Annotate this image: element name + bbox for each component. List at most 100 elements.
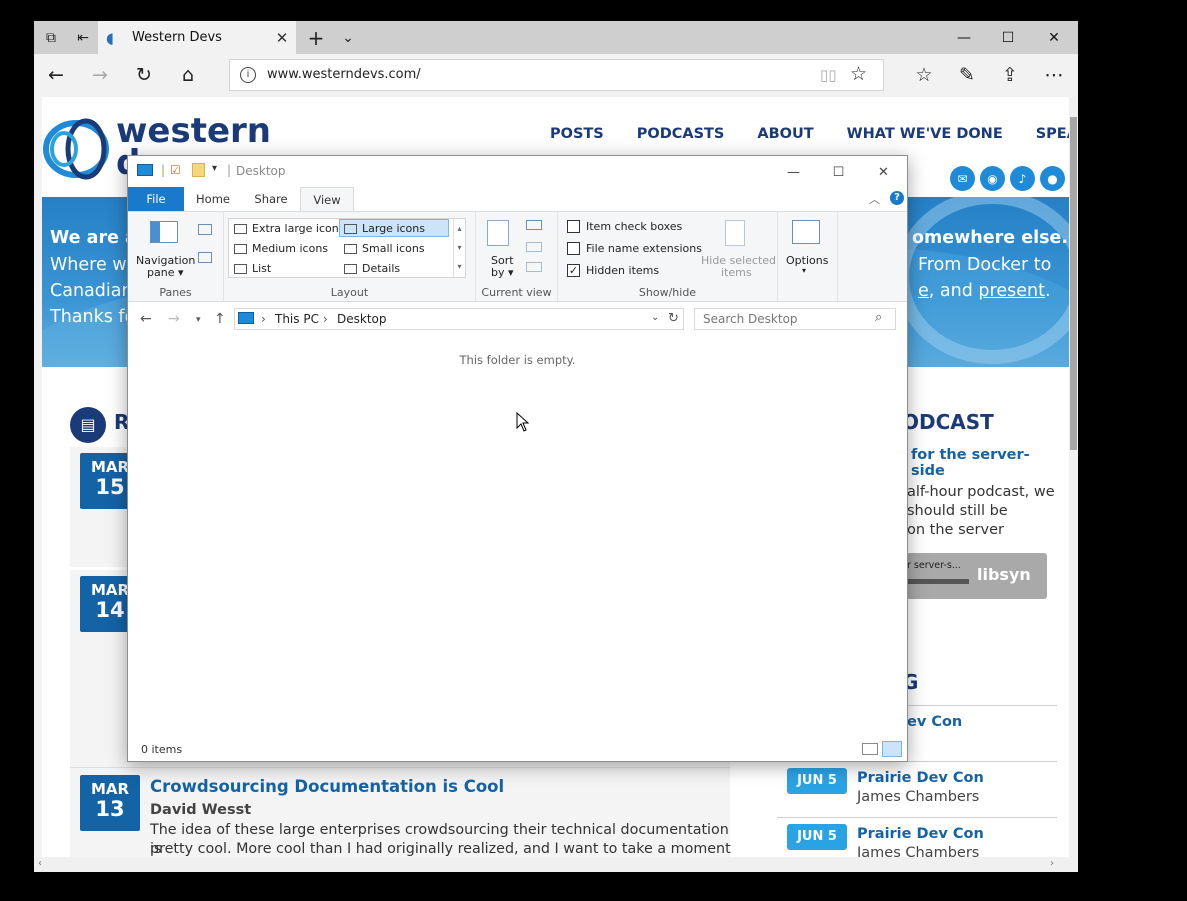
customize-quick-access-icon[interactable]: ▾: [212, 163, 217, 174]
github-icon[interactable]: ●: [1040, 166, 1065, 191]
scroll-right-icon[interactable]: ›: [1050, 858, 1054, 869]
file-name-extensions-label[interactable]: File name extensions: [586, 242, 702, 255]
hide-selected-items-icon[interactable]: [725, 220, 745, 246]
sort-by-icon[interactable]: [487, 220, 509, 246]
event-title[interactable]: ev Con: [907, 714, 962, 730]
favorites-hub-icon[interactable]: ☆: [908, 59, 940, 91]
path-dropdown-icon[interactable]: ⌄: [651, 312, 659, 323]
twitter-icon[interactable]: ♪: [1010, 166, 1035, 191]
explorer-maximize-button[interactable]: ☐: [816, 158, 861, 186]
scrollbar-thumb[interactable]: [1070, 117, 1077, 450]
set-tabs-aside-icon[interactable]: ⇤: [66, 21, 100, 54]
scroll-left-icon[interactable]: ‹: [38, 858, 42, 869]
item-check-boxes-checkbox[interactable]: [567, 220, 580, 233]
menu-podcasts[interactable]: PODCASTS: [637, 126, 725, 142]
menu-about[interactable]: ABOUT: [757, 126, 813, 142]
hidden-items-checkbox[interactable]: ✓: [567, 264, 580, 277]
search-icon[interactable]: ⌕: [875, 310, 882, 325]
banner-line-2: Where we: [50, 255, 138, 275]
vertical-scrollbar[interactable]: [1069, 97, 1078, 857]
email-icon[interactable]: ✉: [950, 166, 975, 191]
new-folder-icon[interactable]: [192, 163, 205, 177]
podcast-player[interactable]: r server-s... libsyn: [907, 553, 1047, 599]
hide-selected-items-label-2[interactable]: items: [721, 266, 752, 279]
rss-icon[interactable]: ◉: [980, 166, 1005, 191]
tab-actions-icon[interactable]: ⧉: [34, 21, 68, 54]
new-tab-button[interactable]: +: [299, 21, 333, 54]
banner-link-past[interactable]: e: [918, 281, 929, 301]
options-dropdown-icon[interactable]: ▾: [802, 266, 806, 275]
add-columns-icon[interactable]: [526, 242, 542, 252]
post-title[interactable]: Crowdsourcing Documentation is Cool: [150, 777, 504, 796]
post-author[interactable]: David Wesst: [150, 802, 251, 818]
options-icon[interactable]: [792, 220, 820, 244]
maximize-button[interactable]: ☐: [985, 21, 1031, 54]
reading-view-icon[interactable]: ▯▯: [820, 66, 837, 84]
forward-icon[interactable]: →: [84, 59, 116, 91]
layout-extra-large-icons[interactable]: Extra large icons: [230, 220, 344, 238]
search-box[interactable]: Search Desktop ⌕: [694, 308, 896, 330]
tab-share[interactable]: Share: [248, 187, 294, 211]
options-label[interactable]: Options: [786, 254, 828, 267]
event-title[interactable]: Prairie Dev Con: [857, 826, 984, 842]
up-icon[interactable]: ↑: [214, 311, 226, 327]
menu-what-weve-done[interactable]: WHAT WE'VE DONE: [847, 126, 1003, 142]
tab-western-devs[interactable]: ◖ Western Devs ✕: [98, 21, 296, 54]
site-info-icon[interactable]: i: [240, 67, 256, 83]
back-icon[interactable]: ←: [40, 59, 72, 91]
layout-details[interactable]: Details: [340, 260, 400, 278]
address-url[interactable]: www.westerndevs.com/: [267, 67, 421, 82]
address-bar[interactable]: i www.westerndevs.com/ ▯▯ ☆: [229, 59, 884, 91]
hidden-items-label[interactable]: Hidden items: [586, 264, 659, 277]
home-icon[interactable]: ⌂: [172, 59, 204, 91]
banner-link-present[interactable]: present: [978, 281, 1045, 301]
podcast-title[interactable]: for the server-side: [911, 447, 1062, 479]
help-icon[interactable]: ?: [890, 191, 904, 205]
minimize-button[interactable]: —: [941, 21, 987, 54]
path-desktop[interactable]: Desktop: [337, 312, 387, 326]
path-this-pc[interactable]: This PC: [275, 312, 319, 326]
sort-by-label-2[interactable]: by ▾: [491, 266, 514, 279]
explorer-forward-icon[interactable]: →: [168, 311, 180, 327]
close-window-button[interactable]: ✕: [1031, 21, 1077, 54]
explorer-close-button[interactable]: ✕: [861, 158, 906, 186]
menu-posts[interactable]: POSTS: [550, 126, 604, 142]
close-tab-icon[interactable]: ✕: [272, 29, 292, 47]
share-icon[interactable]: ⇪: [994, 59, 1026, 91]
horizontal-scrollbar[interactable]: ‹ ›: [34, 857, 1078, 872]
tab-list-button[interactable]: ⌄: [331, 21, 365, 54]
size-columns-icon[interactable]: [526, 262, 542, 272]
item-check-boxes-label[interactable]: Item check boxes: [586, 220, 682, 233]
navigation-pane-icon[interactable]: [150, 221, 178, 243]
file-name-extensions-checkbox[interactable]: [567, 242, 580, 255]
layout-small-icons[interactable]: Small icons: [340, 240, 425, 258]
layout-scroll[interactable]: ▴ ▾ ▾: [453, 219, 465, 277]
pen-icon[interactable]: ✎: [951, 59, 983, 91]
event-title[interactable]: Prairie Dev Con: [857, 770, 984, 786]
layout-large-icons[interactable]: Large icons: [339, 219, 449, 237]
collapse-ribbon-icon[interactable]: ︿: [869, 191, 880, 207]
preview-pane-icon[interactable]: [198, 224, 212, 235]
layout-medium-icons[interactable]: Medium icons: [230, 240, 328, 258]
details-view-icon[interactable]: [862, 743, 878, 755]
more-icon[interactable]: ⋯: [1038, 59, 1070, 91]
navigation-pane-label-2[interactable]: pane ▾: [147, 266, 184, 279]
refresh-icon[interactable]: ↻: [128, 59, 160, 91]
refresh-icon[interactable]: ↻: [668, 311, 679, 326]
favorite-star-icon[interactable]: ☆: [850, 63, 867, 85]
details-pane-icon[interactable]: [198, 252, 212, 263]
explorer-back-icon[interactable]: ←: [140, 311, 152, 327]
group-by-icon[interactable]: [526, 220, 542, 230]
layout-list[interactable]: List: [230, 260, 271, 278]
explorer-path-bar[interactable]: › This PC › Desktop ⌄ ↻: [234, 308, 684, 330]
recent-locations-icon[interactable]: ▾: [196, 315, 201, 325]
explorer-minimize-button[interactable]: —: [771, 158, 816, 186]
tab-home[interactable]: Home: [190, 187, 236, 211]
tab-view[interactable]: View: [300, 187, 354, 211]
properties-icon[interactable]: ☑: [170, 163, 181, 177]
player-progress-bar[interactable]: [907, 579, 969, 584]
large-icons-view-icon[interactable]: [882, 741, 902, 757]
menu-speaking[interactable]: SPEAKING: [1036, 126, 1069, 142]
layout-gallery: Extra large icons Large icons Medium ico…: [228, 218, 466, 278]
tab-file[interactable]: File: [128, 187, 184, 211]
